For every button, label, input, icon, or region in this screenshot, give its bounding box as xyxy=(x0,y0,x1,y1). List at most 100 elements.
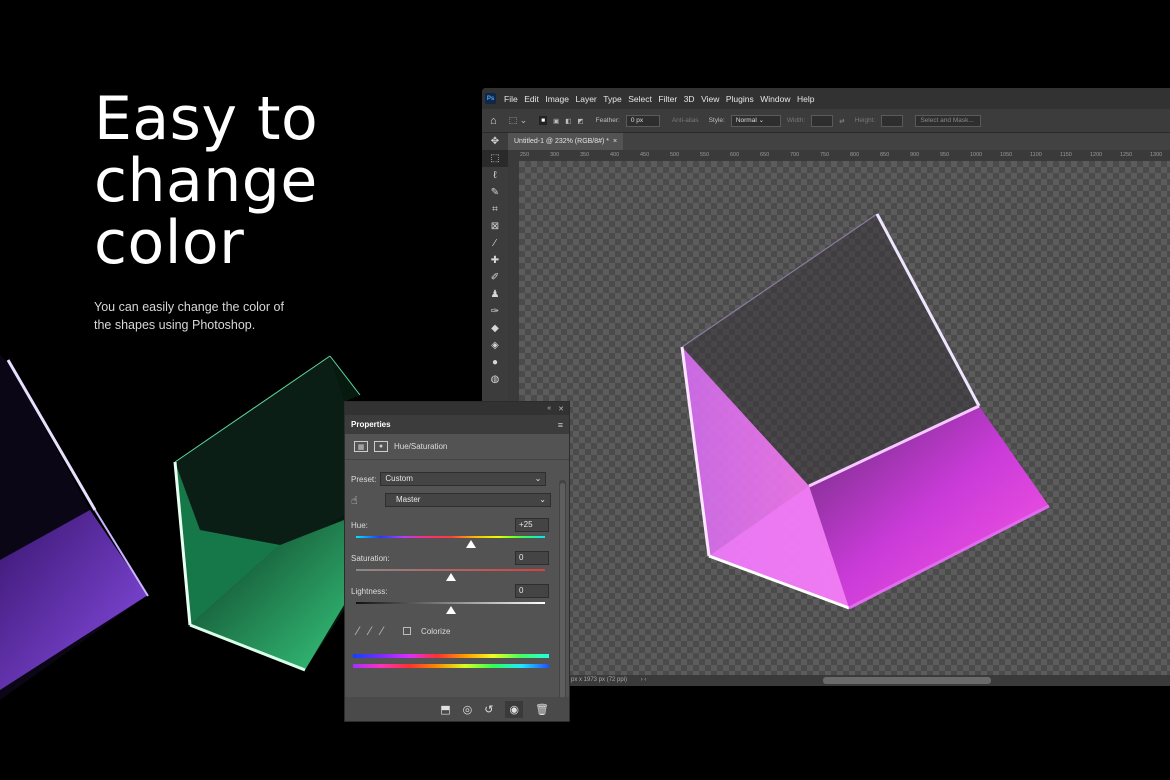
lasso-tool-icon[interactable]: ℓ xyxy=(482,167,508,184)
ruler-tick: 550 xyxy=(700,152,710,158)
close-icon[interactable]: × xyxy=(613,138,617,145)
ruler-tick: 950 xyxy=(940,152,950,158)
hue-slider-thumb[interactable] xyxy=(466,540,477,548)
menu-view[interactable]: View xyxy=(701,94,719,104)
new-selection-icon[interactable]: ■ xyxy=(539,116,548,125)
style-label: Style: xyxy=(708,117,725,124)
style-select[interactable]: Normal ⌄ xyxy=(730,114,781,127)
status-arrows[interactable]: › ‹ xyxy=(641,677,647,683)
ruler-tick: 400 xyxy=(610,152,620,158)
delete-icon[interactable]: 🗑 xyxy=(535,703,549,716)
intersect-selection-icon[interactable]: ◩ xyxy=(577,117,583,125)
close-panel-icon[interactable]: ✕ xyxy=(558,405,564,413)
properties-header: Properties ≡ xyxy=(345,415,569,434)
menu-file[interactable]: File xyxy=(504,94,518,104)
ruler-tick: 300 xyxy=(550,152,560,158)
crop-tool-icon[interactable]: ⌗ xyxy=(482,201,508,218)
feather-label: Feather: xyxy=(595,117,620,124)
menu-bar: Ps File Edit Image Layer Type Select Fil… xyxy=(482,88,1170,109)
properties-title[interactable]: Properties xyxy=(351,420,391,429)
eyedropper-icon[interactable]: ⁄ xyxy=(357,624,359,638)
width-input[interactable] xyxy=(811,114,834,127)
hue-slider-track[interactable] xyxy=(356,536,545,538)
panel-scrollbar-thumb[interactable] xyxy=(560,483,565,703)
home-icon[interactable]: ⌂ xyxy=(490,115,497,127)
lightness-slider-thumb[interactable] xyxy=(445,606,456,614)
collapse-icon[interactable]: « xyxy=(547,405,551,412)
move-tool-icon[interactable]: ✥ xyxy=(482,133,508,150)
menu-select[interactable]: Select xyxy=(628,94,652,104)
panel-menu-icon[interactable]: ≡ xyxy=(558,420,563,430)
height-input[interactable] xyxy=(881,114,904,127)
channel-value: Master xyxy=(396,495,421,504)
eyedropper-minus-icon[interactable]: ⁄ xyxy=(381,624,383,638)
quick-select-tool-icon[interactable]: ✎ xyxy=(482,184,508,201)
layer-mask-icon[interactable]: ● xyxy=(374,441,388,452)
document-tab[interactable]: Untitled-1 @ 232% (RGB/8#) * × xyxy=(508,133,624,150)
frame-tool-icon[interactable]: ⊠ xyxy=(482,218,508,235)
marquee-preset-icon[interactable]: ⬚ ⌄ xyxy=(509,115,528,126)
eyedropper-plus-icon[interactable]: ⁄ xyxy=(369,624,371,638)
document-canvas[interactable] xyxy=(519,161,1170,675)
hue-input[interactable]: +25 xyxy=(515,518,549,532)
brush-tool-icon[interactable]: ✐ xyxy=(482,269,508,286)
subtract-selection-icon[interactable]: ◧ xyxy=(565,117,571,125)
document-tab-bar: Untitled-1 @ 232% (RGB/8#) * × xyxy=(508,133,1170,150)
reset-icon[interactable]: ↺ xyxy=(484,703,493,716)
menu-plugins[interactable]: Plugins xyxy=(726,94,754,104)
panel-scrollbar[interactable] xyxy=(559,480,566,710)
select-and-mask-button[interactable]: Select and Mask... xyxy=(915,114,982,127)
colorize-checkbox[interactable] xyxy=(403,627,412,635)
hue-saturation-icon[interactable]: ▦ xyxy=(354,441,368,452)
dodge-tool-icon[interactable]: ◍ xyxy=(482,371,508,388)
lightness-input[interactable]: 0 xyxy=(515,584,549,598)
ruler-tick: 800 xyxy=(850,152,860,158)
clip-to-layer-icon[interactable]: ⬒ xyxy=(440,703,450,716)
eraser-tool-icon[interactable]: ◆ xyxy=(482,320,508,337)
menu-type[interactable]: Type xyxy=(603,94,621,104)
lightness-slider-track[interactable] xyxy=(356,602,545,604)
eyedropper-tool-icon[interactable]: ⁄ xyxy=(482,235,508,252)
feather-input[interactable]: 0 px xyxy=(625,114,660,127)
stamp-tool-icon[interactable]: ♟ xyxy=(482,286,508,303)
ruler-tick: 900 xyxy=(910,152,920,158)
adjustment-name: Hue/Saturation xyxy=(394,442,448,451)
targeted-adjustment-icon[interactable]: ☝ xyxy=(351,494,377,507)
anti-alias-checkbox[interactable]: Anti-alias xyxy=(672,117,699,124)
paint-bucket-tool-icon[interactable]: ◈ xyxy=(482,337,508,354)
document-tab-label: Untitled-1 @ 232% (RGB/8#) * xyxy=(514,138,610,145)
purple-cube-left xyxy=(0,355,149,700)
menu-image[interactable]: Image xyxy=(545,94,569,104)
input-color-bar xyxy=(353,654,549,658)
ruler-tick: 750 xyxy=(820,152,830,158)
horizontal-scrollbar[interactable] xyxy=(823,677,991,684)
height-label: Height: xyxy=(854,117,876,124)
menu-layer[interactable]: Layer xyxy=(575,94,596,104)
saturation-slider-thumb[interactable] xyxy=(445,573,456,581)
saturation-input[interactable]: 0 xyxy=(515,551,549,565)
ruler-tick: 1100 xyxy=(1030,152,1042,158)
ruler-tick: 850 xyxy=(880,152,890,158)
marquee-tool-icon[interactable]: ⬚ xyxy=(482,150,508,167)
menu-help[interactable]: Help xyxy=(797,94,814,104)
ruler-tick: 1250 xyxy=(1120,152,1133,158)
menu-window[interactable]: Window xyxy=(760,94,790,104)
view-previous-icon[interactable]: ◎ xyxy=(463,703,473,716)
preset-select[interactable]: Custom ⌄ xyxy=(380,472,547,486)
ruler-tick: 450 xyxy=(640,152,650,158)
saturation-slider-track[interactable] xyxy=(356,569,545,571)
channel-select[interactable]: Master ⌄ xyxy=(385,493,551,507)
menu-3d[interactable]: 3D xyxy=(684,94,695,104)
history-brush-tool-icon[interactable]: ✑ xyxy=(482,303,508,320)
menu-filter[interactable]: Filter xyxy=(658,94,677,104)
green-cube xyxy=(173,355,361,672)
visibility-icon[interactable]: ◉ xyxy=(505,700,524,718)
photoshop-logo[interactable]: Ps xyxy=(485,93,496,104)
ruler-tick: 600 xyxy=(730,152,740,158)
blur-tool-icon[interactable]: ● xyxy=(482,354,508,371)
menu-edit[interactable]: Edit xyxy=(524,94,539,104)
swap-icon[interactable]: ⇄ xyxy=(839,117,844,125)
add-selection-icon[interactable]: ▣ xyxy=(553,117,559,125)
hue-label: Hue: xyxy=(351,521,368,530)
healing-brush-tool-icon[interactable]: ✚ xyxy=(482,252,508,269)
